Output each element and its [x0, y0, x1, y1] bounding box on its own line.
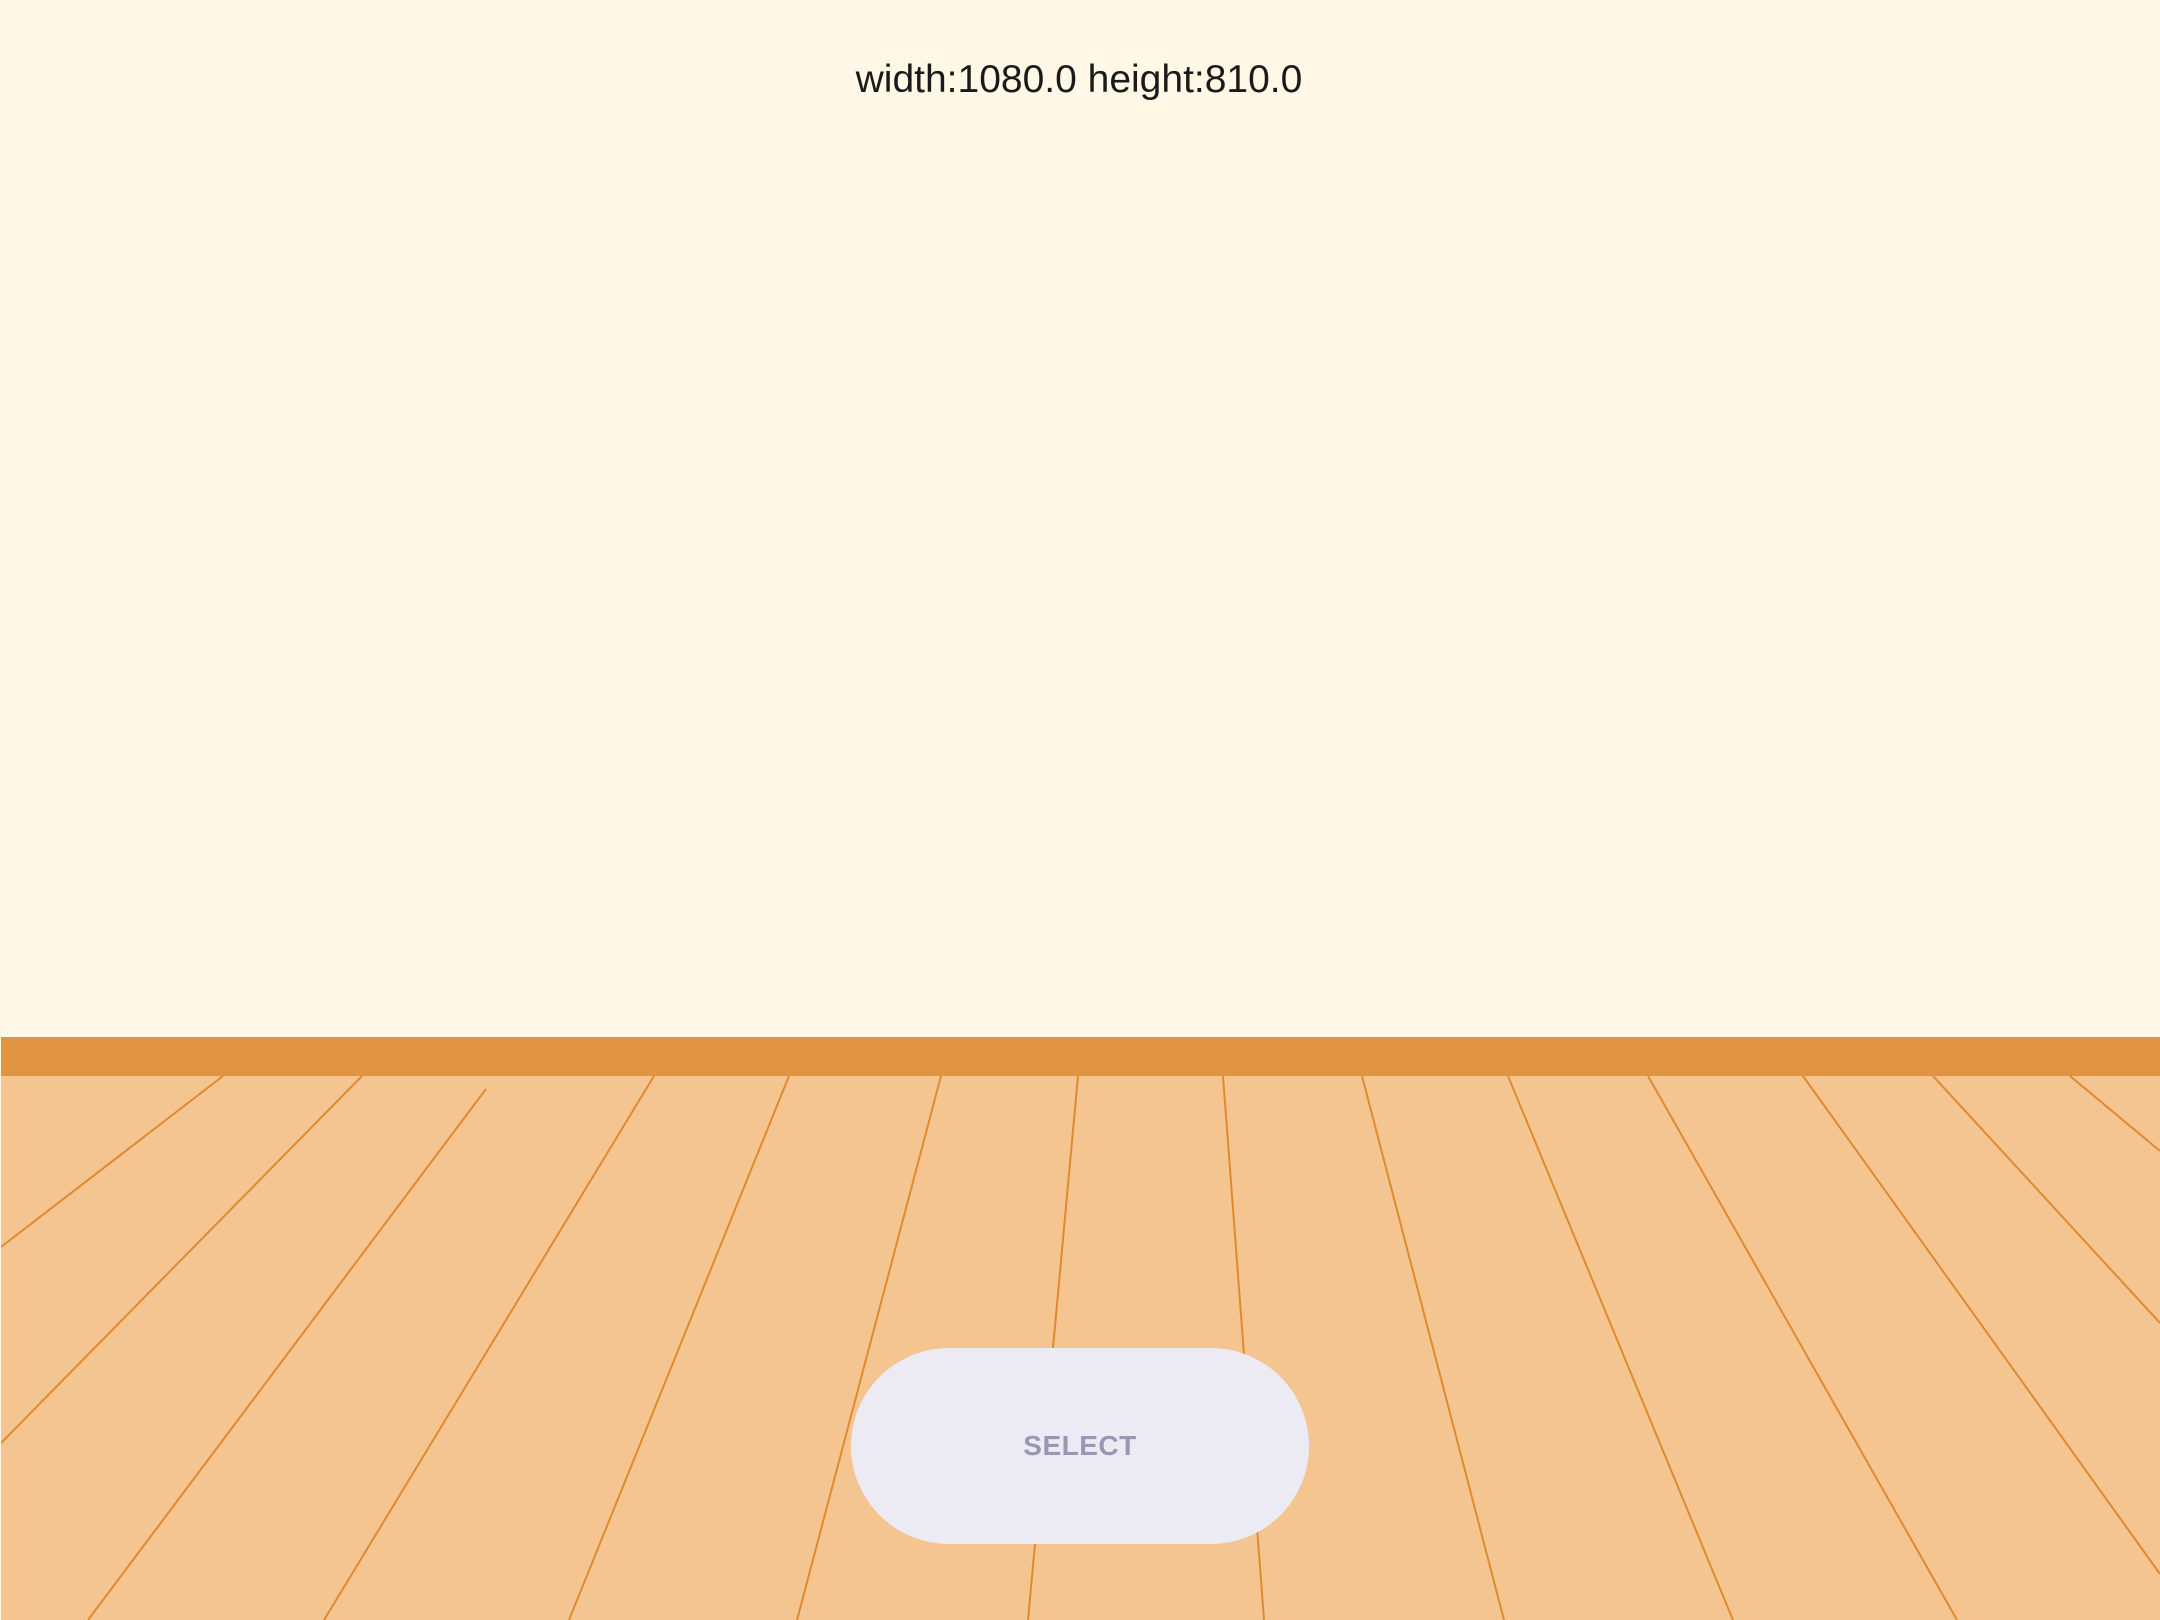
floor-plank-line	[1, 1076, 224, 1248]
floor-plank-line	[1932, 1076, 2160, 1324]
size-label: width:1080.0 height:810.0	[855, 58, 1303, 101]
floor-plank-line	[1, 1076, 363, 1444]
floor-plank-line	[323, 1076, 655, 1620]
select-button-label: SELECT	[1023, 1430, 1137, 1461]
floor-plank-line	[2069, 1076, 2160, 1152]
floor-plank-line	[1507, 1076, 1734, 1620]
select-button[interactable]: SELECT	[851, 1348, 1309, 1544]
floor-plank-line	[568, 1076, 790, 1620]
wall-background	[0, 0, 2160, 1037]
floor-plank-line	[1802, 1076, 2160, 1575]
floor-plank-line	[87, 1088, 487, 1620]
floor-plank-line	[1647, 1076, 1958, 1620]
baseboard	[1, 1037, 2160, 1076]
floor-plank-line	[1361, 1076, 1505, 1620]
